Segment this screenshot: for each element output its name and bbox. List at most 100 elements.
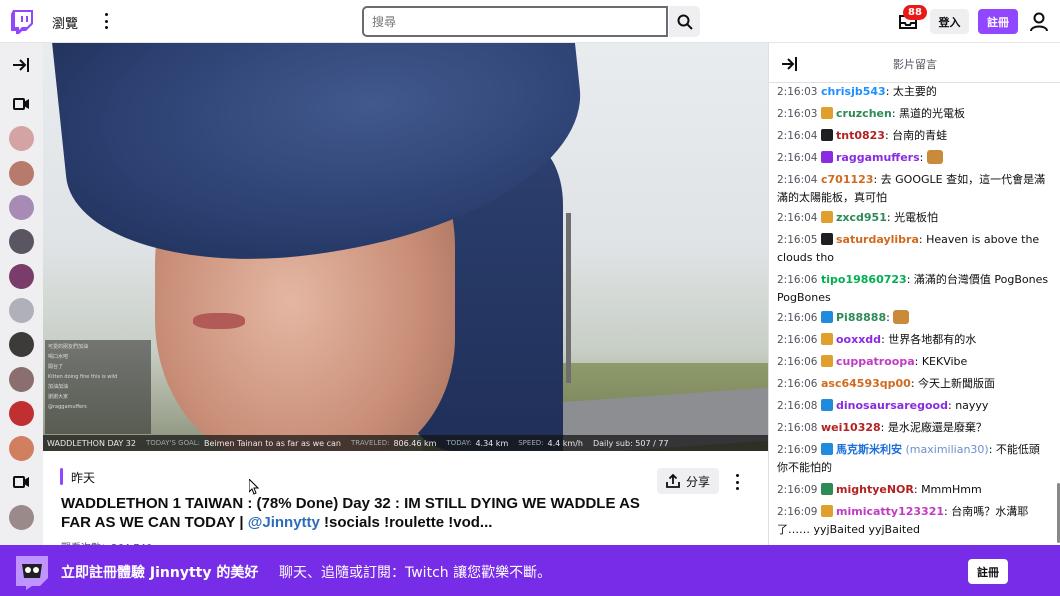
chat-message: 2:16:06 Pi88888: [777, 309, 1051, 327]
chat-message-text: nayyy [955, 399, 989, 412]
video-date: 昨天 [71, 471, 96, 485]
channel-mention-link[interactable]: @Jinnytty [248, 514, 320, 531]
chat-username[interactable]: dinosaursaregood [836, 399, 948, 412]
gift-badge-icon[interactable] [821, 483, 833, 495]
channel-avatar[interactable] [9, 505, 34, 530]
search-input[interactable] [362, 6, 668, 37]
prime-badge-icon[interactable] [821, 399, 833, 411]
share-button[interactable]: 分享 [657, 468, 719, 494]
chat-timestamp: 2:16:03 [777, 108, 818, 120]
channel-avatar[interactable] [9, 195, 34, 220]
more-options-icon[interactable] [100, 11, 112, 31]
chat-username[interactable]: ooxxdd [836, 333, 881, 346]
overlay-chat-line: 可愛的朋友們加油 [48, 344, 89, 350]
more-options-icon[interactable] [732, 473, 742, 491]
channel-avatar[interactable] [9, 401, 34, 426]
chat-message-text: 太主要的 [892, 85, 937, 98]
top-nav: 瀏覽 88 登入 註冊 [0, 0, 1060, 43]
chat-messages[interactable]: 2:16:03 chrisjb543: 太主要的 2:16:03 cruzchen: … [769, 83, 1060, 545]
chat-timestamp: 2:16:04 [777, 152, 818, 164]
mute-badge-icon[interactable] [821, 233, 833, 245]
chat-username[interactable]: 馬克斯米利安 [836, 443, 902, 456]
chat-timestamp: 2:16:09 [777, 506, 818, 518]
chat-username[interactable]: cruzchen [836, 107, 892, 120]
bits-badge-icon[interactable] [821, 211, 833, 223]
channel-avatar[interactable] [9, 126, 34, 151]
chat-username[interactable]: tipo19860723 [821, 273, 907, 286]
chat-message: 2:16:09 mimicatty123321: 台南嗎？水溝耶了…… yyjBa… [777, 505, 1029, 536]
channel-avatar[interactable] [9, 436, 34, 461]
overlay-chat-line: 加油加油 [48, 384, 69, 390]
search-button[interactable] [669, 6, 700, 37]
overlay-chat-line: 謝謝大家 [48, 394, 69, 400]
video-title-tail: !socials !roulette !vod... [319, 514, 493, 531]
today-value: 4.34 km [475, 438, 509, 448]
video-pole [566, 213, 571, 383]
chat-title: 影片留言 [893, 58, 937, 71]
chat-message: 2:16:05 saturdaylibra: Heaven is above th… [777, 233, 1040, 264]
chat-username[interactable]: tnt0823 [836, 129, 885, 142]
user-icon[interactable] [1030, 12, 1048, 32]
chat-message: 2:16:09 mightyeNOR: MmmHmm [777, 481, 1051, 499]
banner-headline: 立即註冊體驗 Jinnytty 的美好 [61, 565, 259, 581]
banner-signup-button[interactable]: 註冊 [968, 559, 1008, 584]
video-player[interactable]: 可愛的朋友們加油 喝口水吧 開台了 Kitten doing fine this… [43, 43, 768, 451]
browse-link[interactable]: 瀏覽 [52, 13, 78, 32]
chat-timestamp: 2:16:08 [777, 422, 818, 434]
chat-username[interactable]: raggamuffers [836, 151, 920, 164]
channel-avatar[interactable] [9, 264, 34, 289]
twitch-logo-icon[interactable] [11, 10, 33, 34]
banner-text: 聊天、追隨或訂閱：Twitch 讓您歡樂不斷。 [279, 565, 552, 581]
channel-avatar[interactable] [9, 298, 34, 323]
video-lips [193, 313, 245, 329]
channel-avatar[interactable] [9, 367, 34, 392]
channel-avatar[interactable] [9, 229, 34, 254]
signup-button[interactable]: 註冊 [978, 9, 1018, 34]
traveled-value: 806.46 km [393, 438, 437, 448]
chat-message: 2:16:04 c701123: 去 GOOGLE 查如，這一代會是滿滿的太陽能板… [777, 173, 1046, 204]
bits-badge-icon[interactable] [821, 107, 833, 119]
chat-username[interactable]: cuppatroopa [836, 355, 915, 368]
traveled-key: TRAVELED: [350, 439, 390, 447]
channel-avatar[interactable] [9, 332, 34, 357]
chat-message: 2:16:06 asc64593qp00: 今天上新聞版面 [777, 375, 1051, 393]
mute-badge-icon[interactable] [821, 129, 833, 141]
chat-timestamp: 2:16:09 [777, 444, 818, 456]
prime-badge-icon[interactable] [821, 443, 833, 455]
event-label: WADDLETHON DAY 32 [47, 438, 136, 448]
left-sidebar [0, 43, 43, 545]
chat-timestamp: 2:16:06 [777, 334, 818, 346]
speed-value: 4.4 km/h [547, 438, 583, 448]
sub-badge-icon[interactable] [821, 151, 833, 163]
search-bar [362, 6, 700, 37]
channel-avatar[interactable] [9, 161, 34, 186]
chat-username[interactable]: wei10328 [821, 421, 881, 434]
chat-username[interactable]: mightyeNOR [836, 483, 914, 496]
stream-info-bar: WADDLETHON DAY 32 TODAY'S GOAL: Beimen T… [43, 435, 768, 451]
chat-message-text: 台南的青蛙 [892, 129, 948, 142]
goal-key: TODAY'S GOAL: [145, 439, 201, 447]
overlay-chat-line: 開台了 [48, 364, 64, 370]
chat-username[interactable]: zxcd951 [836, 211, 887, 224]
bits-badge-icon[interactable] [821, 333, 833, 345]
chat-message-text: 今天上新聞版面 [918, 377, 996, 390]
share-icon [666, 474, 680, 488]
emote-icon[interactable] [893, 310, 910, 324]
chat-username[interactable]: saturdaylibra [836, 233, 919, 246]
bits-badge-icon[interactable] [821, 355, 833, 367]
speed-key: SPEED: [518, 439, 544, 447]
emote-icon[interactable] [926, 150, 943, 164]
chat-username[interactable]: chrisjb543 [821, 85, 886, 98]
chat-username[interactable]: Pi88888 [836, 311, 886, 324]
chat-timestamp: 2:16:06 [777, 274, 818, 286]
expand-sidebar-icon[interactable] [12, 57, 30, 73]
chat-username[interactable]: c701123 [821, 173, 873, 186]
chat-username[interactable]: mimicatty123321 [836, 505, 944, 518]
chat-username[interactable]: asc64593qp00 [821, 377, 911, 390]
chat-login-name[interactable]: (maximilian30) [906, 443, 989, 456]
chat-message: 2:16:06 tipo19860723: 滿滿的台灣價值 PogBones Po… [777, 273, 1049, 304]
login-button[interactable]: 登入 [930, 9, 969, 34]
prime-badge-icon[interactable] [821, 311, 833, 323]
bits-badge-icon[interactable] [821, 505, 833, 517]
camera-icon [13, 476, 29, 488]
